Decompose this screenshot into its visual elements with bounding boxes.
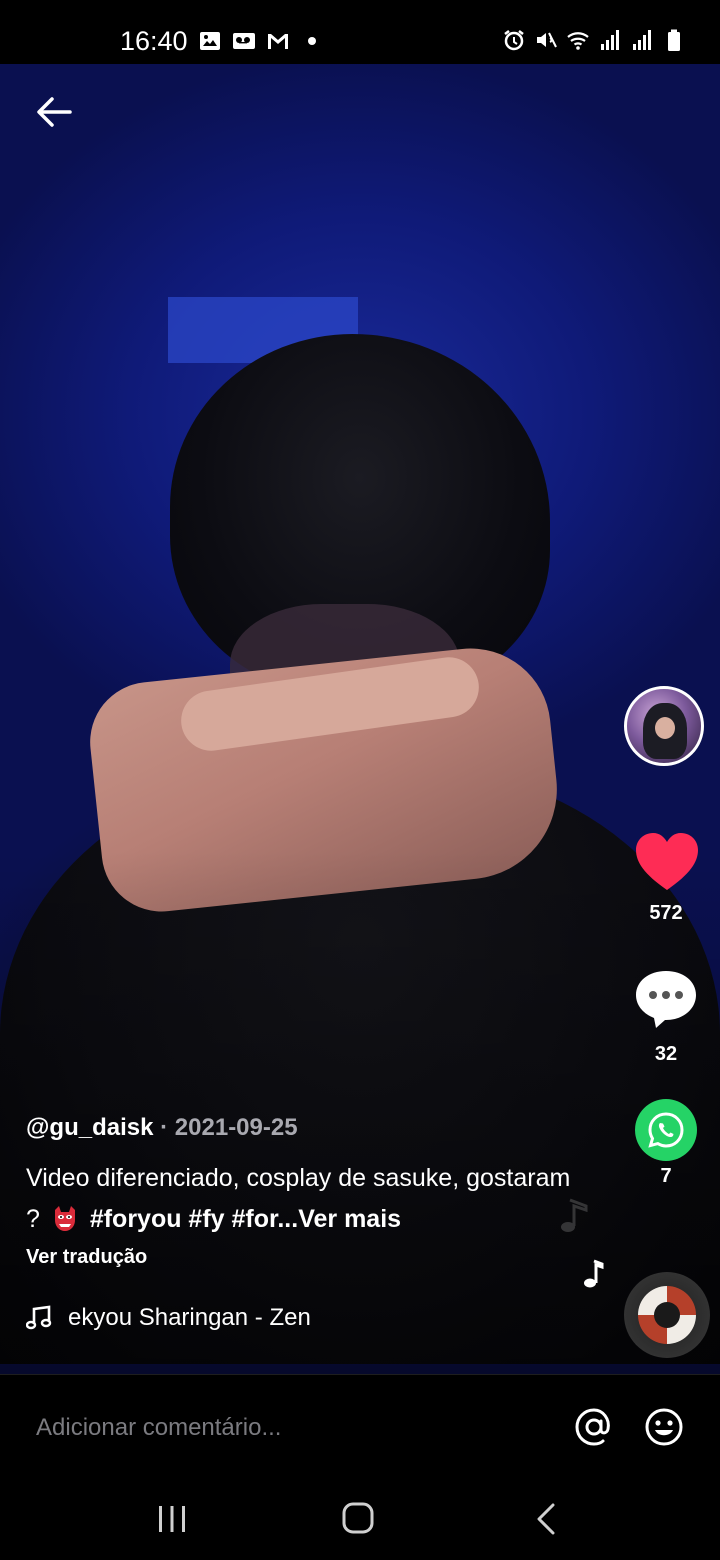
username-link[interactable]: @gu_daisk: [26, 1114, 153, 1141]
comment-bar: [0, 1374, 720, 1479]
comment-bubble-icon[interactable]: [634, 968, 698, 1030]
back-chevron-icon[interactable]: [534, 1502, 558, 1536]
mute-icon: [537, 32, 557, 48]
status-right-icons: [502, 28, 686, 52]
alarm-icon: [504, 30, 524, 51]
post-meta: @gu_daisk · 2021-09-25: [26, 1114, 586, 1142]
status-bar: 16:40: [0, 0, 720, 64]
voicemail-icon: [233, 33, 255, 49]
status-left-icons: [198, 29, 324, 53]
gmail-icon: [268, 34, 288, 49]
like-heart-icon[interactable]: [634, 832, 700, 892]
post-caption: @gu_daisk · 2021-09-25 Video diferenciad…: [26, 1114, 586, 1269]
translate-link[interactable]: Ver tradução: [26, 1246, 586, 1269]
post-description: Video diferenciado, cosplay de sasuke, g…: [26, 1158, 586, 1240]
dot-icon: [308, 37, 316, 45]
mention-at-icon[interactable]: [574, 1407, 614, 1447]
back-arrow-icon[interactable]: [34, 92, 74, 132]
music-note-icon: [26, 1305, 52, 1330]
recent-apps-icon[interactable]: [156, 1504, 188, 1534]
music-disc-center: [654, 1302, 680, 1328]
creator-avatar[interactable]: [624, 686, 704, 766]
status-time: 16:40: [120, 26, 188, 56]
meta-separator: ·: [160, 1114, 169, 1141]
music-title: ekyou Sharingan - Zen: [68, 1304, 311, 1331]
home-icon[interactable]: [341, 1501, 375, 1535]
oni-mask-emoji-icon: [54, 1206, 75, 1231]
post-date: 2021-09-25: [174, 1114, 298, 1141]
hashtags-link[interactable]: #foryou #fy #for...: [90, 1205, 298, 1233]
battery-icon: [668, 29, 680, 51]
signal-icon: [633, 30, 651, 50]
see-more-link[interactable]: Ver mais: [298, 1205, 401, 1233]
like-count: 572: [649, 902, 683, 924]
image-icon: [200, 32, 220, 50]
comment-input[interactable]: [34, 1405, 538, 1451]
whatsapp-icon: [648, 1112, 684, 1148]
whatsapp-share-button[interactable]: [635, 1099, 697, 1161]
share-count: 7: [660, 1165, 672, 1187]
signal-icon: [601, 30, 619, 50]
wifi-icon: [567, 32, 589, 50]
music-disc[interactable]: [624, 1272, 710, 1358]
comment-count: 32: [654, 1043, 678, 1065]
music-track[interactable]: ekyou Sharingan - Zen: [26, 1304, 311, 1332]
avatar-face: [655, 717, 675, 739]
emoji-smiley-icon[interactable]: [644, 1407, 684, 1447]
system-nav-bar: [0, 1478, 720, 1560]
